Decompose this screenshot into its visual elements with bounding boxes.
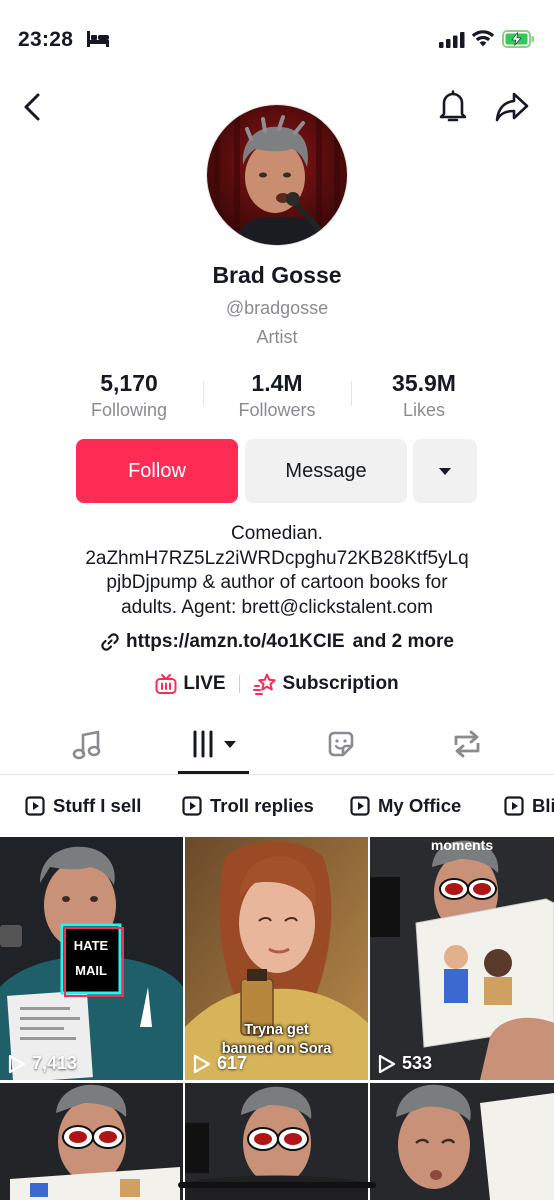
playlist-play-icon bbox=[504, 796, 524, 816]
active-tab-indicator bbox=[178, 771, 249, 774]
divider bbox=[238, 675, 240, 693]
live-link[interactable]: LIVE bbox=[183, 673, 225, 695]
stat-likes: 35.9M Likes bbox=[349, 370, 499, 421]
video-thumbnail[interactable] bbox=[0, 1083, 183, 1200]
stat-value: 1.4M bbox=[251, 370, 303, 396]
wifi-icon bbox=[471, 29, 495, 53]
profile-name: Brad Gosse bbox=[212, 262, 342, 288]
back-button[interactable] bbox=[20, 92, 46, 127]
bio-link-url[interactable]: https://amzn.to/4o1KCIE bbox=[126, 631, 345, 653]
share-button[interactable] bbox=[494, 90, 530, 129]
avatar[interactable] bbox=[206, 104, 348, 246]
live-subscription-row: LIVE Subscription bbox=[0, 672, 554, 696]
stat-followers[interactable]: 1.4M Followers bbox=[202, 370, 352, 421]
bio-line: adults. Agent: brett@clickstalent.com bbox=[121, 596, 433, 618]
playlist-chip[interactable]: My Office bbox=[350, 795, 461, 817]
playlist-chips: Stuff I sell Troll replies My Office Bli bbox=[0, 776, 554, 836]
subscription-star-icon bbox=[252, 672, 277, 696]
stat-following[interactable]: 5,170 Following bbox=[54, 370, 204, 421]
stat-label: Followers bbox=[238, 400, 316, 420]
caret-down-icon bbox=[439, 467, 451, 475]
tab-music[interactable] bbox=[72, 729, 102, 766]
tab-videos[interactable] bbox=[192, 729, 238, 764]
caption-line: MAIL bbox=[75, 963, 107, 978]
bell-icon bbox=[439, 90, 467, 122]
playlist-chip-label: My Office bbox=[378, 795, 462, 816]
play-outline-icon bbox=[378, 1054, 396, 1073]
bio-line: 2aZhmH7RZ5Lz2iWRDcpghu72KB28Ktf5yLq bbox=[85, 547, 469, 569]
video-thumbnail-image bbox=[370, 1083, 554, 1200]
profile-bio: Comedian. 2aZhmH7RZ5Lz2iWRDcpghu72KB28Kt… bbox=[40, 522, 514, 620]
caption-line: Tryna get bbox=[244, 1022, 309, 1038]
video-caption: HATE MAIL bbox=[62, 933, 120, 983]
battery-charging-icon bbox=[502, 30, 536, 53]
sleep-focus-icon bbox=[86, 31, 110, 52]
playlist-chip[interactable]: Bli bbox=[504, 795, 554, 817]
bio-line: pjbDjpump & author of cartoon books for bbox=[106, 572, 448, 593]
bio-line: Comedian. bbox=[231, 523, 323, 544]
stat-label: Following bbox=[90, 400, 168, 420]
video-thumbnail[interactable]: moments 533 bbox=[370, 837, 554, 1080]
link-icon bbox=[100, 632, 120, 652]
stat-value: 35.9M bbox=[392, 370, 456, 396]
sticker-icon bbox=[328, 731, 354, 757]
view-count-label: 617 bbox=[217, 1053, 248, 1073]
message-button[interactable]: Message bbox=[245, 439, 407, 503]
more-options-button[interactable] bbox=[413, 439, 477, 503]
playlist-play-icon bbox=[182, 796, 202, 816]
chevron-left-icon bbox=[24, 93, 40, 121]
playlist-chip[interactable]: Troll replies bbox=[182, 795, 314, 817]
profile-tabs bbox=[0, 715, 554, 775]
music-note-icon bbox=[72, 730, 101, 760]
video-thumbnail[interactable]: Tryna get banned on Sora 617 bbox=[185, 837, 368, 1080]
cellular-signal-icon bbox=[439, 32, 465, 53]
tab-sticker[interactable] bbox=[326, 729, 356, 764]
view-count-label: 7,413 bbox=[32, 1053, 78, 1073]
grid-bars-icon bbox=[193, 730, 236, 758]
bio-links[interactable]: https://amzn.to/4o1KCIE and 2 more bbox=[0, 631, 554, 653]
playlist-chip-label: Troll replies bbox=[210, 795, 314, 816]
bio-link-more[interactable]: and 2 more bbox=[353, 631, 454, 653]
live-tv-icon bbox=[155, 673, 177, 695]
video-thumbnail-image bbox=[370, 837, 554, 1080]
profile-handle: @bradgosse bbox=[225, 298, 329, 318]
video-thumbnail[interactable] bbox=[370, 1083, 554, 1200]
play-outline-icon bbox=[8, 1054, 26, 1073]
repost-icon bbox=[454, 730, 480, 758]
subscription-link[interactable]: Subscription bbox=[283, 673, 399, 695]
playlist-chip-label: Stuff I sell bbox=[53, 795, 142, 816]
home-indicator bbox=[178, 1182, 376, 1188]
view-count-label: 533 bbox=[402, 1053, 433, 1073]
status-bar: 23:28 bbox=[0, 0, 554, 80]
notifications-button[interactable] bbox=[436, 88, 470, 129]
share-arrow-icon bbox=[495, 92, 529, 122]
video-grid: HATE MAIL 7,413 Tryna get banned on Sora bbox=[0, 837, 554, 1200]
video-caption: moments bbox=[370, 837, 554, 853]
caption-line: moments bbox=[430, 837, 494, 853]
playlist-play-icon bbox=[350, 796, 370, 816]
stat-value: 5,170 bbox=[100, 370, 158, 396]
video-thumbnail[interactable]: HATE MAIL 7,413 bbox=[0, 837, 183, 1080]
tab-reposts[interactable] bbox=[451, 729, 483, 764]
profile-category: Artist bbox=[256, 327, 298, 347]
video-thumbnail-image bbox=[0, 1083, 183, 1200]
view-count: 617 bbox=[193, 1053, 247, 1074]
caption-line: HATE bbox=[73, 938, 109, 953]
playlist-chip-label: Bli bbox=[532, 795, 554, 816]
stat-label: Likes bbox=[402, 400, 446, 420]
play-outline-icon bbox=[193, 1054, 211, 1073]
view-count: 7,413 bbox=[8, 1053, 77, 1074]
follow-button[interactable]: Follow bbox=[76, 439, 238, 503]
playlist-chip[interactable]: Stuff I sell bbox=[25, 795, 141, 817]
view-count: 533 bbox=[378, 1053, 432, 1074]
status-time: 23:28 bbox=[18, 28, 74, 51]
playlist-play-icon bbox=[25, 796, 45, 816]
